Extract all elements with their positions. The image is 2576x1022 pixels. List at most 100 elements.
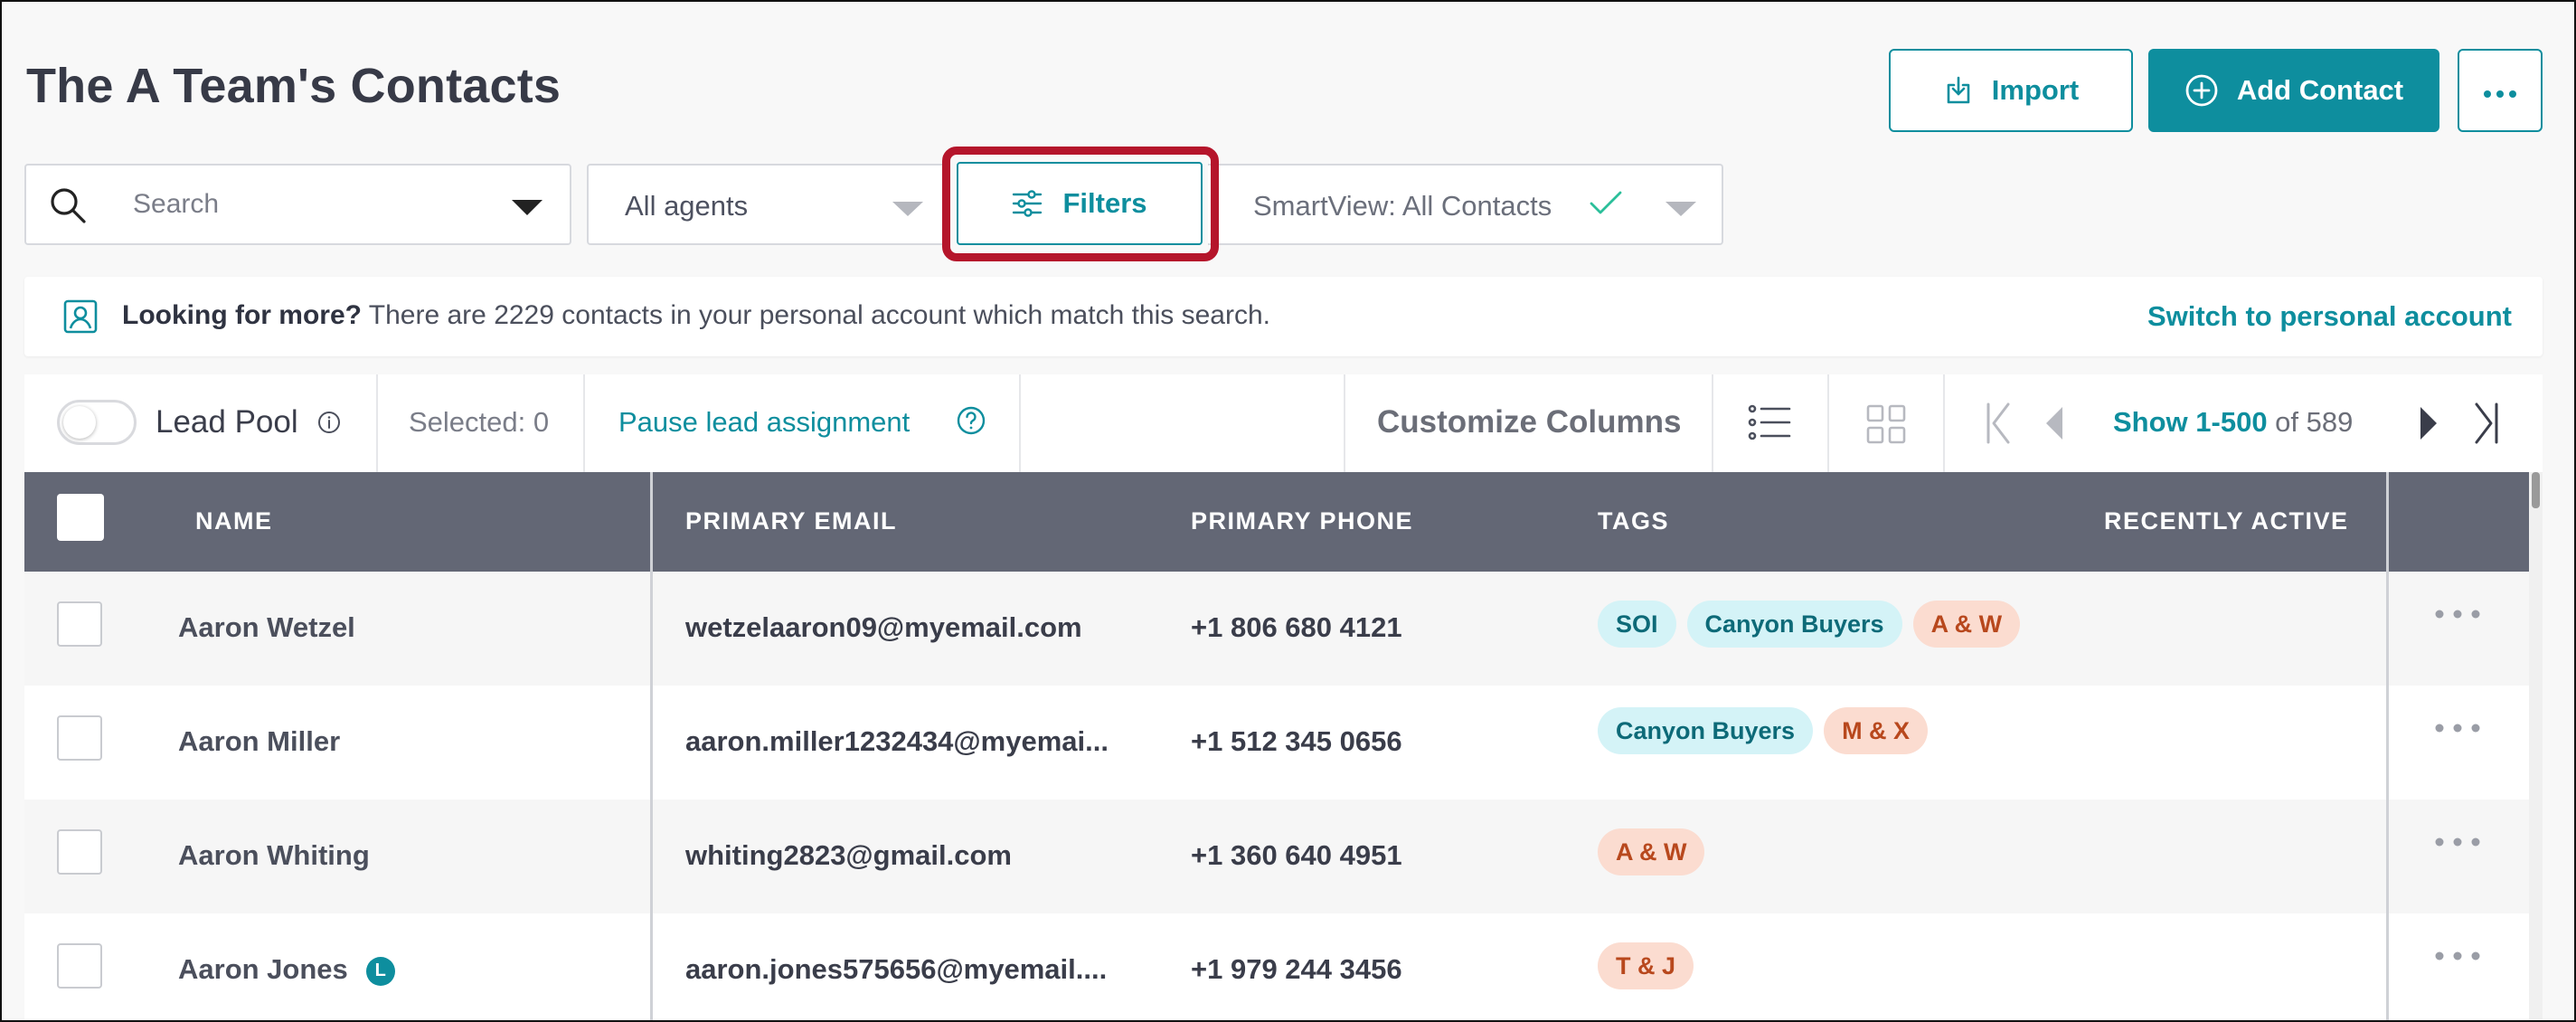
column-header-tags[interactable]: TAGS [1598, 507, 1669, 535]
table-toolbar: Lead Pool Selected: 0 Pause lead assignm… [24, 374, 2543, 472]
lead-pool-label: Lead Pool [156, 404, 298, 440]
chevron-down-icon [1665, 202, 1696, 216]
switch-account-link[interactable]: Switch to personal account [2147, 300, 2512, 333]
row-checkbox[interactable] [57, 715, 102, 761]
grid-view-icon[interactable] [1865, 403, 1907, 449]
contacts-page: The A Team's Contacts Import Add Contact [0, 0, 2576, 1022]
contact-tags: T & J [1598, 942, 1694, 989]
page-title: The A Team's Contacts [26, 59, 561, 113]
tag[interactable]: A & W [1598, 828, 1705, 875]
column-header-email[interactable]: PRIMARY EMAIL [685, 507, 897, 535]
chevron-down-icon [892, 202, 923, 216]
column-header-phone[interactable]: PRIMARY PHONE [1191, 507, 1413, 535]
scrollbar-thumb[interactable] [2532, 472, 2540, 508]
table-row[interactable]: Aaron Wetzel wetzelaaron09@myemail.com +… [24, 572, 2529, 686]
info-icon[interactable] [317, 411, 341, 439]
toolbar-divider [1344, 374, 1345, 472]
tag[interactable]: SOI [1598, 601, 1676, 648]
page-range: Show 1-500 of 589 [2113, 406, 2353, 439]
column-divider [2386, 472, 2389, 1020]
contact-card-icon [62, 298, 99, 339]
contact-name[interactable]: Aaron Miller [178, 725, 340, 758]
row-more-icon[interactable] [2434, 608, 2481, 624]
more-options-button[interactable] [2458, 49, 2543, 132]
contact-email: wetzelaaron09@myemail.com [685, 611, 1082, 643]
sliders-icon [1012, 189, 1043, 218]
add-contact-label: Add Contact [2236, 74, 2404, 106]
row-more-icon[interactable] [2434, 722, 2481, 738]
agents-dropdown[interactable]: All agents [587, 164, 948, 245]
row-more-icon[interactable] [2434, 836, 2481, 852]
contact-tags: Canyon Buyers M & X [1598, 707, 1929, 754]
contact-name[interactable]: Aaron Jones L [178, 953, 395, 986]
page-range-show: Show 1-500 [2113, 406, 2268, 438]
search-input[interactable]: Search [24, 164, 571, 245]
contact-email: aaron.miller1232434@myemai... [685, 725, 1109, 757]
row-more-icon[interactable] [2434, 950, 2481, 966]
row-checkbox[interactable] [57, 601, 102, 647]
add-contact-button[interactable]: Add Contact [2148, 49, 2439, 132]
import-label: Import [1991, 74, 2080, 106]
more-horizontal-icon [2482, 74, 2518, 107]
toolbar-divider [1712, 374, 1713, 472]
contact-phone: +1 979 244 3456 [1191, 953, 1402, 985]
banner-body-text: There are 2229 contacts in your personal… [362, 300, 1270, 330]
search-dropdown-icon[interactable] [512, 200, 543, 215]
smartview-dropdown[interactable]: SmartView: All Contacts [1208, 164, 1723, 245]
contact-name-text: Aaron Jones [178, 953, 348, 985]
download-icon [1943, 75, 1974, 106]
select-all-checkbox[interactable] [57, 494, 104, 541]
import-button[interactable]: Import [1889, 49, 2133, 132]
table-row[interactable]: Aaron Miller aaron.miller1232434@myemai.… [24, 686, 2529, 800]
toolbar-divider [1943, 374, 1945, 472]
tag[interactable]: T & J [1598, 942, 1694, 989]
table-header: NAME PRIMARY EMAIL PRIMARY PHONE TAGS RE… [24, 472, 2529, 572]
help-icon[interactable] [956, 405, 986, 440]
column-header-name[interactable]: NAME [195, 507, 273, 535]
toolbar-divider [376, 374, 378, 472]
tag[interactable]: Canyon Buyers [1598, 707, 1814, 754]
contact-phone: +1 512 345 0656 [1191, 725, 1402, 757]
column-divider [650, 472, 653, 1020]
row-checkbox[interactable] [57, 829, 102, 875]
pause-lead-assignment-link[interactable]: Pause lead assignment [618, 406, 910, 439]
contact-tags: SOI Canyon Buyers A & W [1598, 601, 2021, 648]
filters-button[interactable]: Filters [957, 162, 1203, 245]
contact-tags: A & W [1598, 828, 1705, 875]
vertical-scrollbar[interactable] [2529, 472, 2543, 1020]
contact-name[interactable]: Aaron Whiting [178, 839, 370, 872]
table-row[interactable]: Aaron Whiting whiting2823@gmail.com +1 3… [24, 800, 2529, 913]
column-header-recently-active[interactable]: RECENTLY ACTIVE [2104, 507, 2349, 535]
first-page-icon[interactable] [1985, 402, 2012, 449]
tag[interactable]: M & X [1824, 707, 1929, 754]
tag[interactable]: Canyon Buyers [1686, 601, 1902, 648]
list-view-icon[interactable] [1748, 403, 1791, 446]
toolbar-divider [1827, 374, 1829, 472]
customize-columns-button[interactable]: Customize Columns [1377, 404, 1681, 440]
contact-email: aaron.jones575656@myemail.... [685, 953, 1108, 985]
search-icon [48, 185, 88, 230]
lead-badge: L [365, 956, 395, 986]
agents-label: All agents [625, 190, 749, 222]
tag[interactable]: A & W [1912, 601, 2021, 648]
filters-label: Filters [1062, 187, 1147, 219]
last-page-icon[interactable] [2473, 402, 2500, 449]
contact-phone: +1 360 640 4951 [1191, 839, 1402, 871]
contact-name[interactable]: Aaron Wetzel [178, 611, 355, 644]
smartview-label: SmartView: All Contacts [1253, 190, 1552, 222]
check-icon [1588, 187, 1624, 222]
prev-page-icon[interactable] [2043, 403, 2064, 448]
toolbar-divider [1019, 374, 1021, 472]
next-page-icon[interactable] [2419, 403, 2440, 448]
page-range-total: of 589 [2267, 406, 2354, 438]
search-placeholder: Search [133, 189, 220, 219]
table-row[interactable]: Aaron Jones L aaron.jones575656@myemail..… [24, 913, 2529, 1020]
toolbar-divider [583, 374, 585, 472]
lead-pool-toggle[interactable] [57, 400, 137, 445]
info-banner: Looking for more? There are 2229 contact… [24, 277, 2543, 356]
contact-email: whiting2823@gmail.com [685, 839, 1012, 871]
row-checkbox[interactable] [57, 943, 102, 989]
selected-count: Selected: 0 [409, 406, 550, 438]
banner-message: Looking for more? There are 2229 contact… [122, 300, 1270, 331]
plus-circle-icon [2184, 73, 2219, 108]
